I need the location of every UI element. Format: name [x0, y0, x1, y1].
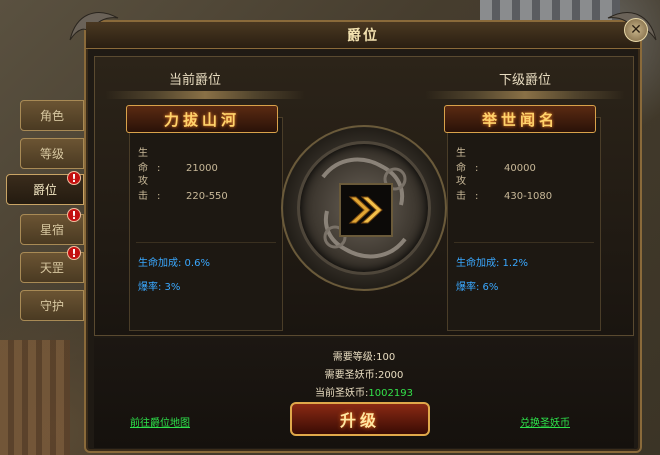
- stat-value: 220-550: [186, 191, 228, 202]
- rank-name-plate: 举世闻名: [444, 105, 596, 133]
- tab-label: 星宿: [39, 223, 64, 237]
- current-coin: 当前圣妖币:1002193: [94, 384, 634, 399]
- tab-label: 天罡: [39, 261, 64, 275]
- rank-window: 爵位 ✕ 当前爵位 下级爵位 力拔山河 生 命: 21000 攻 击: 220-55…: [69, 12, 657, 453]
- req-value: 2000: [377, 370, 404, 381]
- tab-level[interactable]: 等级: [20, 138, 84, 169]
- close-icon: ✕: [630, 22, 642, 38]
- rank-name-plate: 力拔山河: [126, 105, 278, 133]
- upgrade-label: 升级: [339, 411, 380, 430]
- divider: [454, 242, 594, 243]
- bonus-hp: 生命加成: 0.6%: [138, 258, 210, 269]
- window-titlebar: 爵位: [86, 22, 640, 49]
- required-level: 需要等级:100: [94, 348, 634, 363]
- req-label: 需要圣妖币:: [324, 370, 378, 381]
- tab-label: 爵位: [32, 183, 57, 197]
- tab-role[interactable]: 角色: [20, 100, 84, 131]
- tab-label: 角色: [39, 109, 64, 123]
- tab-label: 等级: [39, 147, 64, 161]
- req-label: 需要等级:: [332, 352, 377, 363]
- upgrade-button[interactable]: 升级: [290, 402, 430, 436]
- req-label: 当前圣妖币:: [315, 388, 369, 399]
- background-roof: [480, 0, 620, 22]
- tab-label: 守护: [39, 299, 64, 313]
- rank-map-link[interactable]: 前往爵位地图: [130, 414, 190, 429]
- required-coin: 需要圣妖币:2000: [94, 366, 634, 381]
- stat-label: 攻 击:: [138, 176, 170, 202]
- stat-value: 430-1080: [504, 191, 553, 202]
- stat-label: 生 命:: [456, 148, 488, 174]
- current-rank-name: 力拔山河: [163, 110, 240, 129]
- alert-icon: !: [67, 246, 81, 260]
- background-stall: [0, 340, 70, 455]
- next-rank-header: 下级爵位: [498, 73, 551, 88]
- upgrade-panel: 需要等级:100 需要圣妖币:2000 当前圣妖币:1002193 前往爵位地图…: [94, 338, 634, 448]
- rank-medallion: [281, 125, 447, 291]
- divider: [425, 91, 625, 99]
- close-button[interactable]: ✕: [624, 18, 648, 42]
- current-rank-header: 当前爵位: [168, 73, 221, 88]
- bonus-crit: 爆率: 6%: [456, 282, 499, 293]
- req-value: 1002193: [368, 388, 413, 399]
- exchange-coin-link[interactable]: 兑换圣妖币: [520, 414, 570, 429]
- req-value: 100: [376, 352, 396, 363]
- current-rank-card: 力拔山河 生 命: 21000 攻 击: 220-550 生命加成: 0.6% 爆率…: [126, 105, 283, 331]
- divider: [105, 91, 305, 99]
- advance-arrow-box: [339, 183, 393, 237]
- next-rank-name: 举世闻名: [481, 110, 558, 129]
- divider: [136, 242, 276, 243]
- alert-icon: !: [67, 208, 81, 222]
- rank-compare-panel: 当前爵位 下级爵位 力拔山河 生 命: 21000 攻 击: 220-550 生命加…: [94, 56, 634, 336]
- next-rank-card: 举世闻名 生 命: 40000 攻 击: 430-1080 生命加成: 1.2% 爆…: [444, 105, 601, 331]
- stat-attack: 攻 击: 220-550: [138, 172, 228, 202]
- stat-hp: 生 命: 21000: [138, 144, 218, 174]
- tab-guardian[interactable]: 守护: [20, 290, 84, 321]
- stat-label: 攻 击:: [456, 176, 488, 202]
- bonus-hp: 生命加成: 1.2%: [456, 258, 528, 269]
- stat-label: 生 命:: [138, 148, 170, 174]
- stat-hp: 生 命: 40000: [456, 144, 536, 174]
- alert-icon: !: [67, 171, 81, 185]
- bonus-crit: 爆率: 3%: [138, 282, 181, 293]
- window-title: 爵位: [347, 28, 379, 44]
- stat-attack: 攻 击: 430-1080: [456, 172, 552, 202]
- double-chevron-right-icon: [348, 196, 383, 224]
